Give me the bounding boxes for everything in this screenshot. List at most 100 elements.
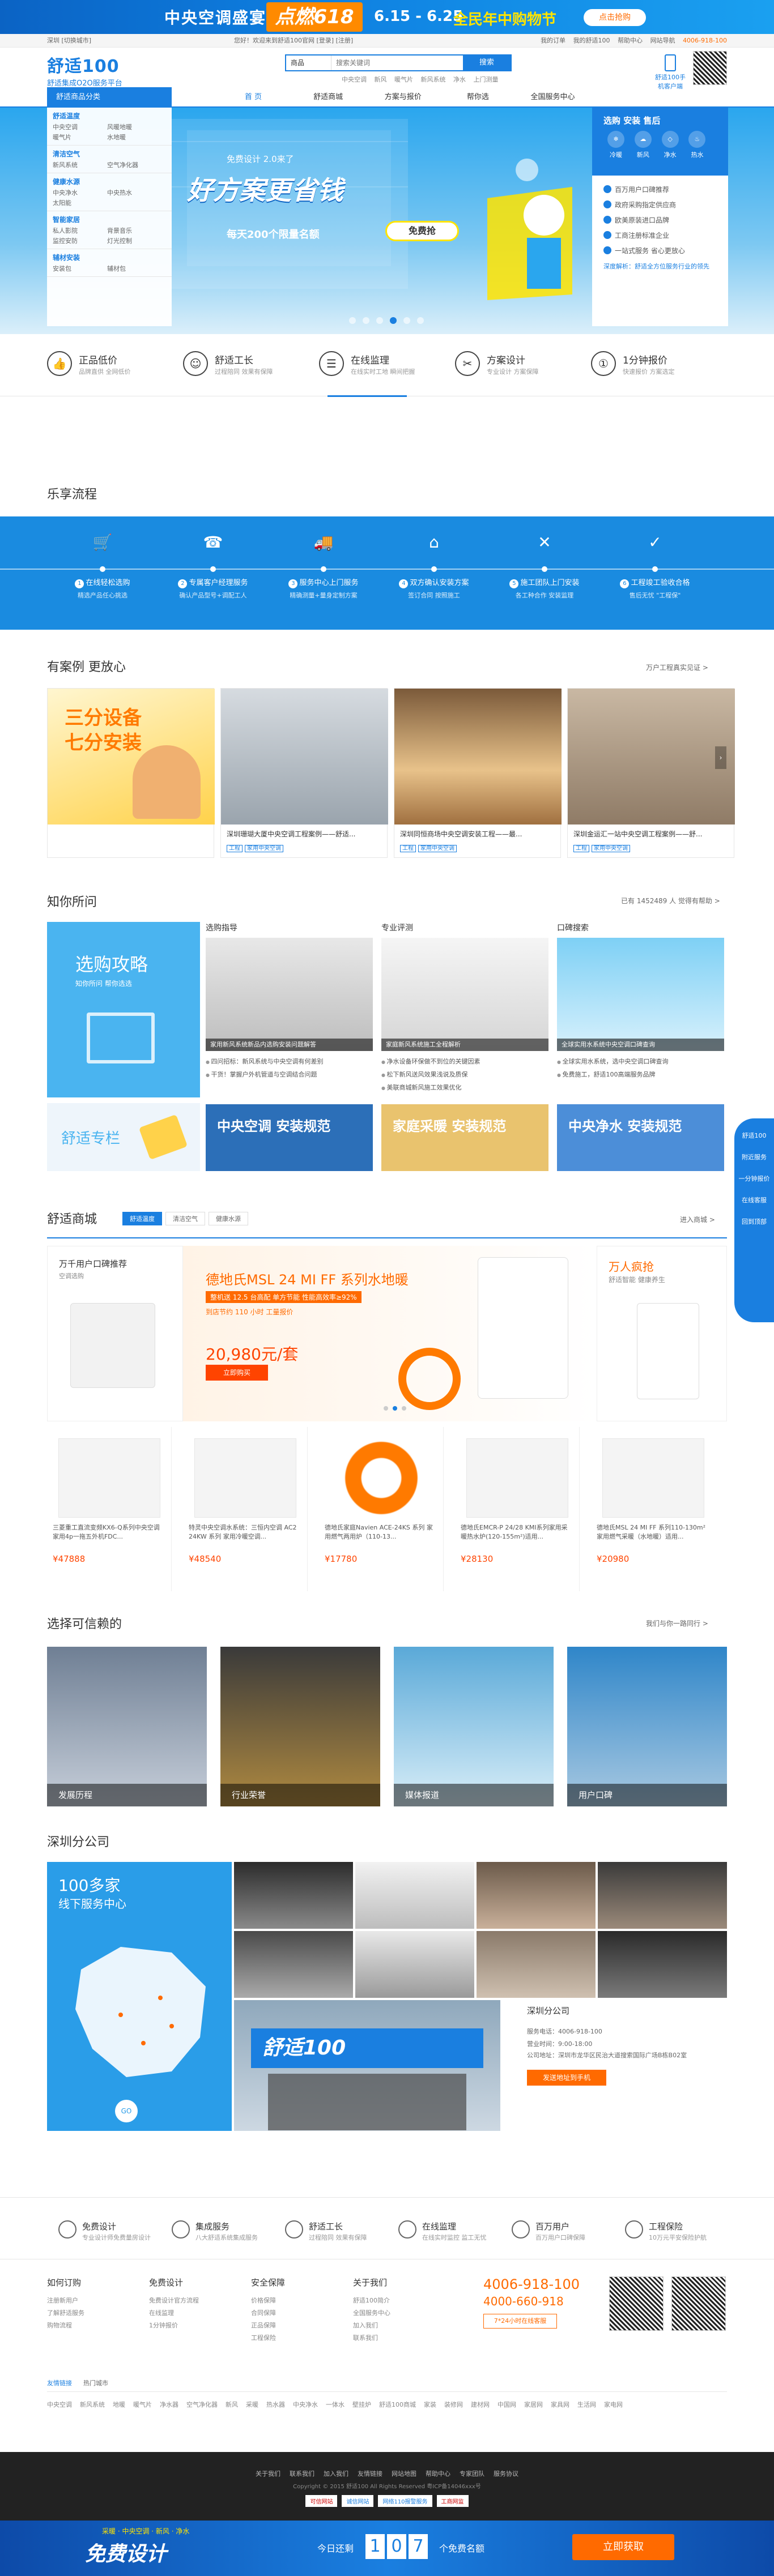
friend-link[interactable]: 家电网	[604, 2401, 623, 2408]
hero-cta-button[interactable]: 免费抢	[385, 221, 459, 241]
friend-link[interactable]: 建材网	[471, 2401, 490, 2408]
friend-link[interactable]: 净水器	[160, 2401, 178, 2408]
category-group[interactable]: 智能家居 私人影院 背景音乐监控安防 灯光控制	[47, 211, 172, 249]
category-menu-head[interactable]: 舒适商品分类	[47, 87, 172, 108]
mall-more-link[interactable]: 进入商城 >	[680, 1215, 715, 1224]
category-group[interactable]: 清洁空气 新风系统 空气净化器	[47, 146, 172, 173]
util-link-account[interactable]: 我的舒适100	[573, 37, 610, 44]
carousel-dot[interactable]	[376, 317, 383, 324]
case-card[interactable]: 深圳金运汇一站中央空调工程案例——舒... 工程 家用中央空调	[567, 688, 735, 858]
friend-link[interactable]: 空气净化器	[186, 2401, 218, 2408]
category-group[interactable]: 辅材安装 安装包 辅材包	[47, 249, 172, 277]
branch-photo[interactable]	[355, 1862, 474, 1929]
bottom-link[interactable]: 友情链接	[358, 2470, 382, 2477]
product-card[interactable]: 德地氏EMCR-P 24/28 KMI系列家用采暖热水炉(120-155m²)适…	[455, 1427, 580, 1591]
location-switcher[interactable]: 深圳 [切换城市]	[47, 34, 91, 48]
feature-supervision[interactable]: ☰ 在线监理 在线实时工地 瞬间把握	[319, 351, 449, 379]
bottom-link[interactable]: 网站地图	[392, 2470, 416, 2477]
branch-storefront[interactable]: 舒适100	[234, 2000, 500, 2131]
hotword[interactable]: 上门测量	[474, 76, 499, 83]
carousel-dot[interactable]	[417, 317, 424, 324]
service-center-map[interactable]: 100多家 线下服务中心 GO	[47, 1862, 232, 2131]
case-card[interactable]: 深圳同恒商场中央空调安装工程——最... 工程 家用中央空调	[394, 688, 562, 858]
float-nearby[interactable]: 附近服务	[734, 1152, 774, 1161]
get-now-button[interactable]: 立即获取	[572, 2534, 674, 2560]
product-card[interactable]: 三菱重工直流变频KX6-Q系列中央空调家用4p一拖五外机FDC... ¥47888	[47, 1427, 172, 1591]
search-category-select[interactable]: 商品	[286, 55, 331, 70]
friend-link[interactable]: 采暖	[246, 2401, 258, 2408]
cases-more-link[interactable]: 万户工程真实见证 >	[646, 663, 708, 672]
branch-photo[interactable]	[234, 1931, 353, 1998]
case-next-arrow[interactable]: ›	[715, 746, 726, 769]
friend-link[interactable]: 壁挂炉	[352, 2401, 371, 2408]
trust-tile[interactable]: 行业荣誉	[220, 1647, 380, 1806]
install-guide-tile[interactable]: 中央净水 安装规范	[557, 1104, 724, 1171]
welcome-text[interactable]: 您好！欢迎来到舒适100官网 [登录] [注册]	[234, 34, 353, 48]
knowledge-count[interactable]: 已有 1452489 人 觉得有帮助 >	[621, 896, 720, 905]
mobile-app-link[interactable]: 舒适100手机客户端	[653, 54, 687, 91]
carousel-dot[interactable]	[403, 317, 410, 324]
friend-link[interactable]: 生活网	[577, 2401, 596, 2408]
bottom-link[interactable]: 加入我们	[324, 2470, 348, 2477]
mall-promo-right[interactable]: 万人疯抢 舒适智能 健康养生	[597, 1246, 727, 1421]
util-link-sitemap[interactable]: 网站导航	[650, 37, 675, 44]
trust-badge[interactable]: 工商网监	[436, 2495, 469, 2507]
mall-promo-main[interactable]: 德地氏MSL 24 MI FF 系列水地暖 整机送 12.5 台高配 单方节能 …	[183, 1246, 597, 1421]
nav-home[interactable]: 首 页	[217, 87, 290, 108]
hero-carousel[interactable]: 舒适温度 中央空调 风暖地暖暖气片 水地暖 清洁空气 新风系统 空气净化器 健康水源 …	[0, 108, 774, 334]
branch-photo[interactable]	[598, 1931, 727, 1998]
trust-tile[interactable]: 发展历程	[47, 1647, 207, 1806]
category-group[interactable]: 健康水源 中央净水 中央热水太阳能	[47, 173, 172, 211]
carousel-dot[interactable]	[363, 317, 369, 324]
trust-tile[interactable]: 用户口碑	[567, 1647, 727, 1806]
footer-link[interactable]: 加入我们	[353, 2319, 444, 2332]
branch-photo[interactable]	[234, 1862, 353, 1929]
footer-link[interactable]: 正品保障	[251, 2319, 342, 2332]
service-panel-footer[interactable]: 深度解析：舒适全方位服务行业的领先	[603, 259, 717, 274]
footer-link[interactable]: 全国服务中心	[353, 2307, 444, 2319]
trust-badge[interactable]: 网络110报警服务	[378, 2495, 432, 2507]
cooling-icon[interactable]: ❄ 冷暖	[603, 131, 628, 159]
guide-panel[interactable]: 选购攻略 知你所问 帮你选选	[47, 922, 200, 1097]
case-card[interactable]: 深圳珊瑚大厦中央空调工程案例——舒适... 工程 家用中央空调	[220, 688, 388, 858]
top-promo-banner[interactable]: 中央空调盛宴 点燃618 6.15 - 6.25 全民年中购物节 点击抢购	[0, 0, 774, 34]
friend-link[interactable]: 中央空调	[47, 2401, 72, 2408]
friend-link[interactable]: 新风系统	[80, 2401, 105, 2408]
install-guide-tile[interactable]: 中央空调 安装规范	[206, 1104, 373, 1171]
hotword[interactable]: 新风系统	[421, 76, 446, 83]
category-group[interactable]: 舒适温度 中央空调 风暖地暖暖气片 水地暖	[47, 108, 172, 146]
footer-link[interactable]: 注册新用户	[47, 2295, 138, 2307]
product-card[interactable]: 德地氏家庭Navien ACE-24KS 系列 家用燃气两用炉（110-13..…	[319, 1427, 444, 1591]
footer-link[interactable]: 了解舒适服务	[47, 2307, 138, 2319]
search-input[interactable]	[333, 55, 463, 70]
friend-link[interactable]: 热水器	[266, 2401, 285, 2408]
fresh-air-icon[interactable]: ☁ 新风	[631, 131, 656, 159]
float-service[interactable]: 在线客服	[734, 1195, 774, 1204]
hotword[interactable]: 新风	[375, 76, 387, 83]
buy-now-button[interactable]: 立即购买	[206, 1365, 268, 1381]
bottom-link[interactable]: 联系我们	[290, 2470, 314, 2477]
footer-link[interactable]: 在线监理	[149, 2307, 240, 2319]
friend-link[interactable]: 一体水	[326, 2401, 345, 2408]
hot-water-icon[interactable]: ♨ 热水	[684, 131, 709, 159]
tab-temperature[interactable]: 舒适温度	[122, 1212, 162, 1225]
column-panel[interactable]: 舒适专栏	[47, 1103, 200, 1171]
friend-link[interactable]: 家装	[424, 2401, 436, 2408]
bottom-link[interactable]: 专家团队	[460, 2470, 484, 2477]
trust-badge[interactable]: 可信网站	[305, 2495, 338, 2507]
nav-service-centers[interactable]: 全国服务中心	[517, 87, 589, 108]
float-top[interactable]: 回到顶部	[734, 1217, 774, 1226]
feature-foreman[interactable]: ☺ 舒适工长 过程陪同 效果有保障	[183, 351, 313, 379]
util-link-orders[interactable]: 我的订单	[541, 37, 565, 44]
friend-link[interactable]: 家居网	[524, 2401, 543, 2408]
hotword[interactable]: 净水	[453, 76, 466, 83]
trust-badge[interactable]: 诚信网站	[342, 2495, 374, 2507]
bottom-link[interactable]: 服务协议	[494, 2470, 518, 2477]
util-link-help[interactable]: 帮助中心	[618, 37, 643, 44]
feature-design[interactable]: ✂ 方案设计 专业设计 方案保障	[455, 351, 585, 379]
friend-link[interactable]: 地暖	[113, 2401, 125, 2408]
bottom-link[interactable]: 关于我们	[256, 2470, 280, 2477]
float-quote[interactable]: 一分钟报价	[734, 1174, 774, 1183]
friend-link[interactable]: 家具网	[551, 2401, 569, 2408]
branch-photo[interactable]	[477, 1931, 596, 1998]
